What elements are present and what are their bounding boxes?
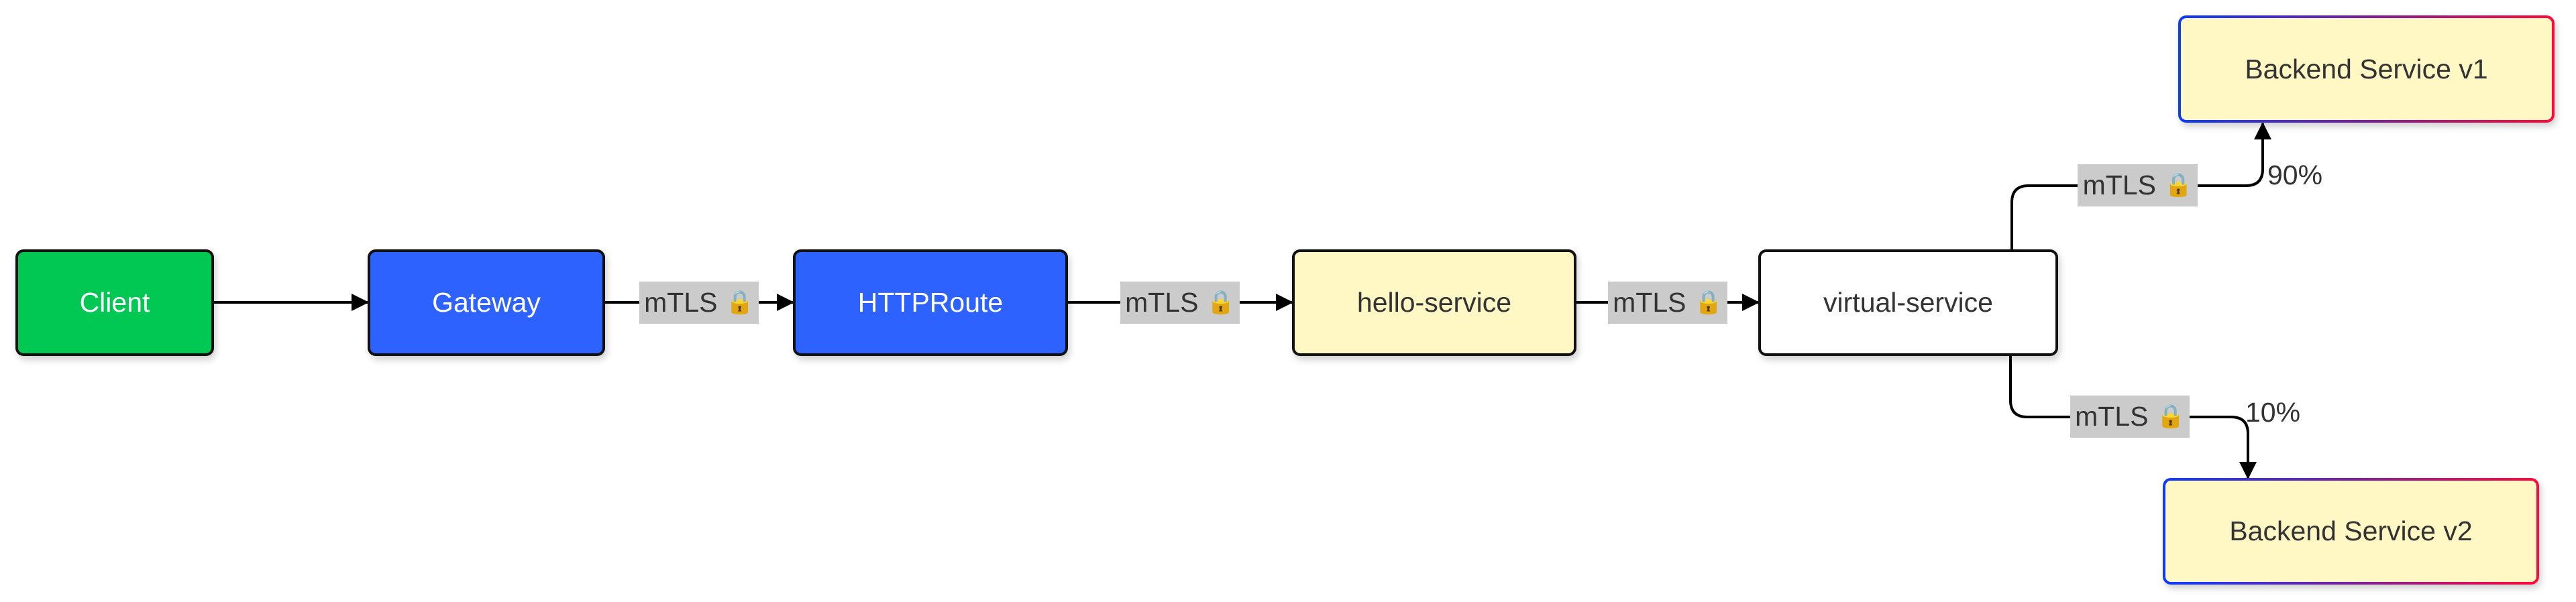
mtls-text: mTLS: [644, 287, 718, 318]
mtls-text: mTLS: [2075, 401, 2149, 432]
backend-v1-node[interactable]: Backend Service v1: [2178, 15, 2555, 123]
weight-v1: 90%: [2267, 160, 2323, 190]
lock-icon: 🔒: [1206, 290, 1235, 315]
backend-v2-node[interactable]: Backend Service v2: [2163, 478, 2539, 585]
hello-service-label: hello-service: [1356, 287, 1512, 318]
virtual-service-node[interactable]: virtual-service: [1758, 249, 2058, 356]
edge-label-virtual-v2: mTLS 🔒: [2070, 396, 2190, 438]
edge-label-httproute-hello: mTLS 🔒: [1120, 282, 1240, 324]
mtls-text: mTLS: [2082, 170, 2156, 200]
weight-v2: 10%: [2245, 397, 2301, 428]
gateway-node[interactable]: Gateway: [368, 249, 605, 356]
edge-label-gateway-httproute: mTLS 🔒: [639, 282, 759, 324]
virtual-service-label: virtual-service: [1823, 287, 1993, 318]
gateway-label: Gateway: [432, 287, 541, 318]
hello-service-node[interactable]: hello-service: [1292, 249, 1576, 356]
backend-v2-label: Backend Service v2: [2229, 516, 2473, 546]
mtls-text: mTLS: [1613, 287, 1686, 318]
client-label: Client: [79, 287, 150, 318]
lock-icon: 🔒: [2164, 172, 2193, 198]
edge-label-hello-virtual: mTLS 🔒: [1608, 282, 1727, 324]
backend-v1-label: Backend Service v1: [2245, 53, 2488, 84]
httproute-label: HTTPRoute: [857, 287, 1004, 318]
lock-icon: 🔒: [2156, 404, 2185, 429]
mtls-text: mTLS: [1125, 287, 1199, 318]
lock-icon: 🔒: [725, 290, 754, 315]
httproute-node[interactable]: HTTPRoute: [793, 249, 1068, 356]
edge-label-virtual-v1: mTLS 🔒: [2078, 164, 2198, 206]
client-node[interactable]: Client: [15, 249, 214, 356]
lock-icon: 🔒: [1694, 290, 1723, 315]
